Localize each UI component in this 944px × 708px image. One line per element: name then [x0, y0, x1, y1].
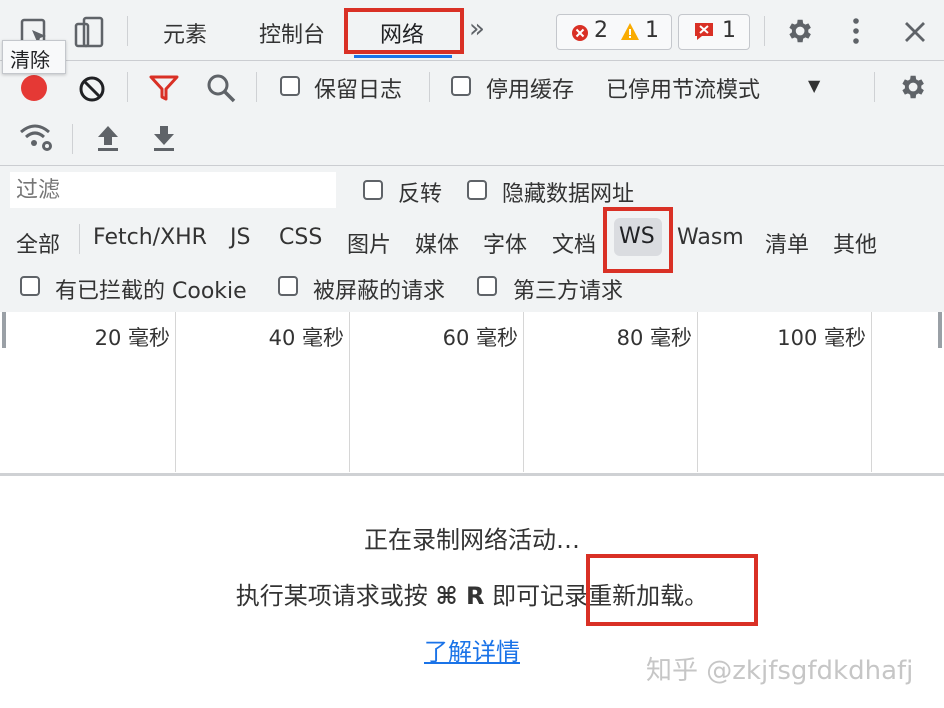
reload-shortcut: ⌘ R: [435, 582, 485, 610]
third-party-checkbox[interactable]: [477, 276, 497, 296]
more-tabs-button[interactable]: »: [469, 14, 485, 44]
invert-checkbox[interactable]: [363, 180, 383, 200]
tab-network[interactable]: 网络: [380, 17, 424, 49]
type-filter-font[interactable]: 字体: [483, 227, 527, 259]
preserve-log-checkbox[interactable]: [280, 76, 300, 96]
hide-data-urls-checkbox[interactable]: [467, 180, 487, 200]
timeline-tick-label: 80 毫秒: [616, 326, 692, 350]
filter-input[interactable]: [10, 172, 336, 208]
filter-icon[interactable]: [148, 74, 180, 102]
device-toolbar-icon[interactable]: [72, 14, 108, 50]
search-icon[interactable]: [205, 72, 237, 104]
type-filter-all[interactable]: 全部: [16, 227, 60, 259]
type-filter-other[interactable]: 其他: [833, 227, 877, 259]
type-filter-wasm[interactable]: Wasm: [677, 225, 744, 250]
clear-icon[interactable]: [78, 75, 106, 103]
throttling-select[interactable]: 已停用节流模式: [606, 72, 760, 104]
close-icon[interactable]: [903, 20, 927, 44]
issues-count: 1: [722, 18, 736, 43]
type-filter-fetch-xhr[interactable]: Fetch/XHR: [93, 225, 207, 250]
tab-elements[interactable]: 元素: [163, 17, 207, 49]
hide-data-urls-label: 隐藏数据网址: [502, 182, 635, 207]
third-party-label: 第三方请求: [513, 279, 624, 304]
watermark: 知乎 @zkjfsgfdkdhafj: [646, 656, 914, 686]
blocked-cookies-checkbox[interactable]: [20, 276, 40, 296]
type-filter-manifest[interactable]: 清单: [765, 227, 809, 259]
blocked-requests-label: 被屏蔽的请求: [313, 279, 446, 304]
timeline-left-handle[interactable]: [2, 312, 6, 348]
type-filter-img[interactable]: 图片: [347, 227, 391, 259]
record-button[interactable]: [20, 74, 48, 102]
tab-console[interactable]: 控制台: [259, 17, 325, 49]
reload-hint-text: 执行某项请求或按 ⌘ R 即可记录重新加载。: [0, 576, 944, 611]
type-filter-js[interactable]: JS: [230, 225, 250, 250]
disable-cache-checkbox[interactable]: [451, 76, 471, 96]
blocked-requests-checkbox[interactable]: [278, 276, 298, 296]
type-filter-css[interactable]: CSS: [279, 225, 322, 250]
tab-network-underline: [354, 55, 452, 58]
clear-tooltip-text: 清除: [10, 48, 50, 72]
warning-count: 1: [645, 18, 659, 43]
network-settings-gear-icon[interactable]: [897, 72, 927, 102]
error-icon: [572, 25, 588, 41]
blocked-cookies-label: 有已拦截的 Cookie: [55, 279, 247, 304]
more-options-icon[interactable]: [850, 16, 862, 46]
timeline-tick-label: 60 毫秒: [442, 326, 518, 350]
chevron-down-icon[interactable]: ▼: [808, 76, 820, 95]
network-toolbar: [0, 61, 944, 166]
recording-status-text: 正在录制网络活动…: [364, 526, 580, 554]
warning-icon: [621, 23, 639, 40]
import-har-upload-icon[interactable]: [95, 124, 121, 152]
timeline-tick-label: 40 毫秒: [268, 326, 344, 350]
reload-hint-suffix: 即可记录重新加载。: [484, 582, 709, 610]
error-count: 2: [594, 18, 608, 43]
issues-icon: [695, 23, 713, 40]
type-filter-doc[interactable]: 文档: [552, 227, 596, 259]
export-har-download-icon[interactable]: [151, 124, 177, 152]
preserve-log-label: 保留日志: [314, 78, 403, 103]
timeline-tick-label: 20 毫秒: [94, 326, 170, 350]
settings-gear-icon[interactable]: [784, 16, 814, 46]
type-filter-media[interactable]: 媒体: [415, 227, 459, 259]
timeline-right-handle[interactable]: [938, 312, 942, 348]
type-filter-ws[interactable]: WS: [619, 224, 655, 249]
network-conditions-wifi-icon[interactable]: [18, 122, 54, 152]
disable-cache-label: 停用缓存: [486, 78, 575, 103]
timeline-tick-label: 100 毫秒: [777, 326, 866, 350]
invert-label: 反转: [398, 182, 443, 207]
reload-hint-prefix: 执行某项请求或按: [235, 582, 436, 610]
